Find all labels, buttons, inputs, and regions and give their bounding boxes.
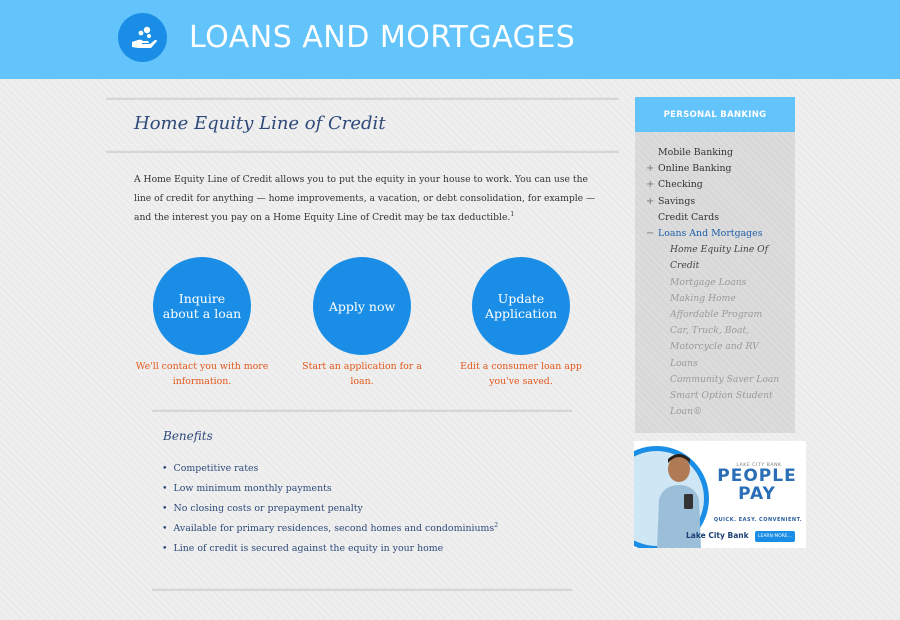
sidebar-subitem-community-saver[interactable]: Community Saver Loan: [635, 372, 785, 388]
sidebar-nav: PERSONAL BANKING Mobile Banking + Online …: [635, 97, 795, 433]
apply-now-button[interactable]: Apply now: [313, 257, 411, 355]
intro-paragraph: A Home Equity Line of Credit allows you …: [134, 174, 596, 223]
expand-icon[interactable]: +: [646, 161, 654, 177]
list-item: Available for primary residences, second…: [162, 519, 499, 539]
page-heading: LOANS AND MORTGAGES: [189, 20, 576, 55]
update-application-button[interactable]: Update Application: [472, 257, 570, 355]
divider: [152, 409, 572, 412]
sidebar-item-online-banking[interactable]: + Online Banking: [635, 161, 795, 177]
sidebar-subitem-vehicle-loans[interactable]: Car, Truck, Boat, Motorcycle and RV Loan…: [635, 323, 785, 372]
collapse-icon[interactable]: −: [646, 226, 654, 242]
list-item: Competitive rates: [162, 459, 498, 479]
divider: [106, 150, 619, 153]
sidebar-heading: PERSONAL BANKING: [635, 97, 795, 132]
benefits-list: Competitive rates Low minimum monthly pa…: [162, 459, 499, 559]
divider: [106, 97, 619, 100]
sidebar-subitem-home-equity[interactable]: Home Equity Line Of Credit: [635, 242, 785, 274]
sidebar-subitem-making-home-affordable[interactable]: Making Home Affordable Program: [635, 291, 785, 323]
sidebar-item-checking[interactable]: + Checking: [635, 177, 795, 193]
update-note: Edit a consumer loan app you've saved.: [460, 361, 582, 387]
list-item: Line of credit is secured against the eq…: [162, 539, 498, 559]
footnote-marker[interactable]: 1: [510, 211, 514, 218]
inquire-note: We'll contact you with more information.: [135, 361, 269, 387]
site-header: LOANS AND MORTGAGES: [0, 0, 900, 79]
ad-brand-logo: Lake City Bank: [686, 531, 749, 540]
expand-icon[interactable]: +: [646, 177, 654, 193]
sidebar-item-credit-cards[interactable]: Credit Cards: [635, 210, 795, 226]
sidebar-item-loans-and-mortgages[interactable]: − Loans And Mortgages: [635, 226, 795, 242]
sidebar-subitem-mortgage-loans[interactable]: Mortgage Loans: [635, 275, 785, 291]
loans-logo-icon[interactable]: [118, 13, 167, 62]
list-item: No closing costs or prepayment penalty: [162, 499, 498, 519]
learn-more-button[interactable]: LEARN MORE...: [755, 531, 795, 542]
sidebar-item-savings[interactable]: + Savings: [635, 194, 795, 210]
page-title: Home Equity Line of Credit: [134, 113, 386, 134]
ad-tagline: QUICK. EASY. CONVENIENT.: [713, 517, 803, 523]
ad-headline: PEOPLE PAY: [717, 466, 797, 504]
people-pay-ad-banner[interactable]: LAKE CITY BANK PEOPLE PAY QUICK. EASY. CO…: [634, 441, 806, 548]
sidebar-subitem-student-loan[interactable]: Smart Option Student Loan®: [635, 388, 785, 420]
divider: [152, 588, 572, 591]
list-item: Low minimum monthly payments: [162, 479, 498, 499]
benefits-heading: Benefits: [163, 429, 213, 443]
inquire-loan-button[interactable]: Inquire about a loan: [153, 257, 251, 355]
apply-note: Start an application for a loan.: [302, 361, 422, 387]
expand-icon[interactable]: +: [646, 194, 654, 210]
sidebar-item-mobile-banking[interactable]: Mobile Banking: [635, 145, 795, 161]
footnote-marker[interactable]: 2: [494, 522, 498, 529]
